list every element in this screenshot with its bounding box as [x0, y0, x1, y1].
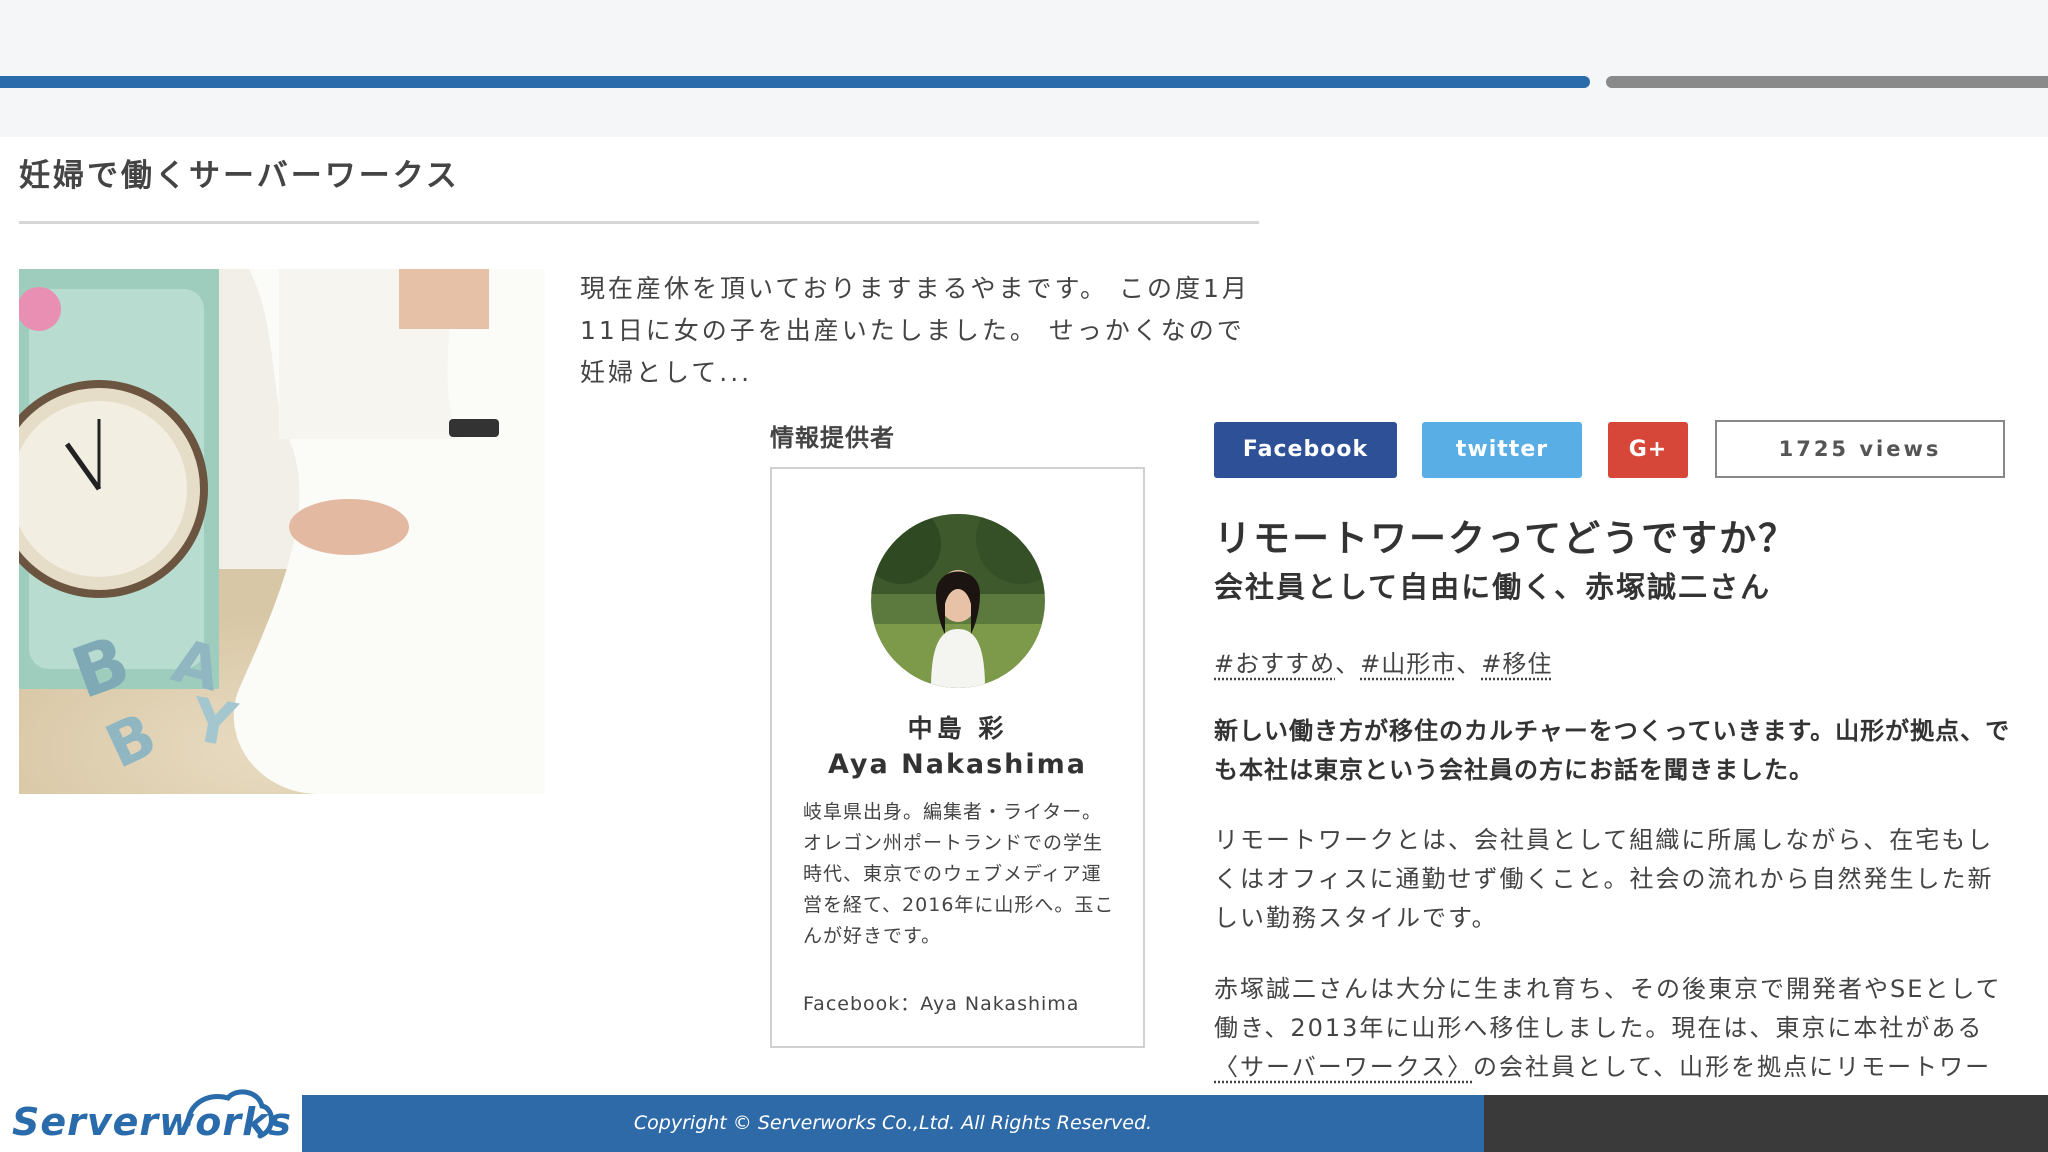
provider-card: 中島 彩 Aya Nakashima 岐阜県出身。編集者・ライター。オレゴン州ポ…	[770, 467, 1145, 1048]
tag-list: #おすすめ、#山形市、#移住	[1214, 644, 1552, 679]
article-subtitle: 会社員として自由に働く、赤塚誠二さん	[1214, 570, 1772, 604]
avatar	[871, 514, 1045, 688]
provider-label: 情報提供者	[770, 424, 895, 452]
provider-name-jp: 中島 彩	[907, 714, 1008, 743]
serverworks-logo[interactable]: Serverworks	[12, 1100, 292, 1144]
article-title: リモートワークってどうですか？	[1214, 517, 1798, 560]
twitter-share-button[interactable]: twitter	[1422, 422, 1582, 478]
tag-link-iju[interactable]: #移住	[1481, 650, 1552, 678]
article-paragraph-1: リモートワークとは、会社員として組織に所属しながら、在宅もしくはオフィスに通勤せ…	[1214, 826, 1994, 932]
article-photo[interactable]: B A B Y	[19, 269, 545, 794]
top-header-band	[0, 0, 2048, 137]
company-link[interactable]: 〈サーバーワークス〉	[1214, 1053, 1473, 1081]
view-count: 1725 views	[1715, 420, 2005, 478]
provider-facebook: Facebook：Aya Nakashima	[803, 993, 1080, 1015]
tag-separator: 、	[1335, 650, 1361, 678]
paragraph-text: の会社員として、山形を拠点にリモートワー	[1473, 1053, 1992, 1081]
article-paragraph-2: 赤塚誠二さんは大分に生まれ育ち、その後東京で開発者やSEとして働き、2013年に…	[1214, 970, 2014, 1087]
article-excerpt: 現在産休を頂いておりますまるやまです。 この度1月11日に女の子を出産いたしまし…	[580, 274, 1250, 387]
tag-separator: 、	[1456, 650, 1482, 678]
gplus-share-button[interactable]: G+	[1608, 422, 1688, 478]
paragraph-text: 赤塚誠二さんは大分に生まれ育ち、その後東京で開発者やSEとして働き、2013年に…	[1214, 975, 2002, 1042]
reading-progress-bar	[0, 76, 1590, 88]
provider-bio: 岐阜県出身。編集者・ライター。オレゴン州ポートランドでの学生時代、東京でのウェブ…	[803, 801, 1115, 947]
provider-name-en: Aya Nakashima	[827, 749, 1088, 780]
section-title: 妊婦で働くサーバーワークス	[19, 158, 460, 194]
author-avatar-photo	[871, 514, 1045, 688]
facebook-share-button[interactable]: Facebook	[1214, 422, 1397, 478]
title-divider	[19, 221, 1259, 224]
footer-dark-bar	[1484, 1095, 2048, 1152]
pregnant-woman-photo: B A B Y	[19, 269, 545, 794]
footer-bar: Copyright © Serverworks Co.,Ltd. All Rig…	[302, 1095, 1484, 1152]
progress-track	[1606, 76, 2048, 88]
article-lead: 新しい働き方が移住のカルチャーをつくっていきます。山形が拠点、でも本社は東京とい…	[1214, 717, 2011, 784]
tag-link-yamagata[interactable]: #山形市	[1360, 650, 1456, 678]
copyright-text: Copyright © Serverworks Co.,Ltd. All Rig…	[633, 1112, 1153, 1134]
tag-link-osusume[interactable]: #おすすめ	[1214, 650, 1335, 678]
